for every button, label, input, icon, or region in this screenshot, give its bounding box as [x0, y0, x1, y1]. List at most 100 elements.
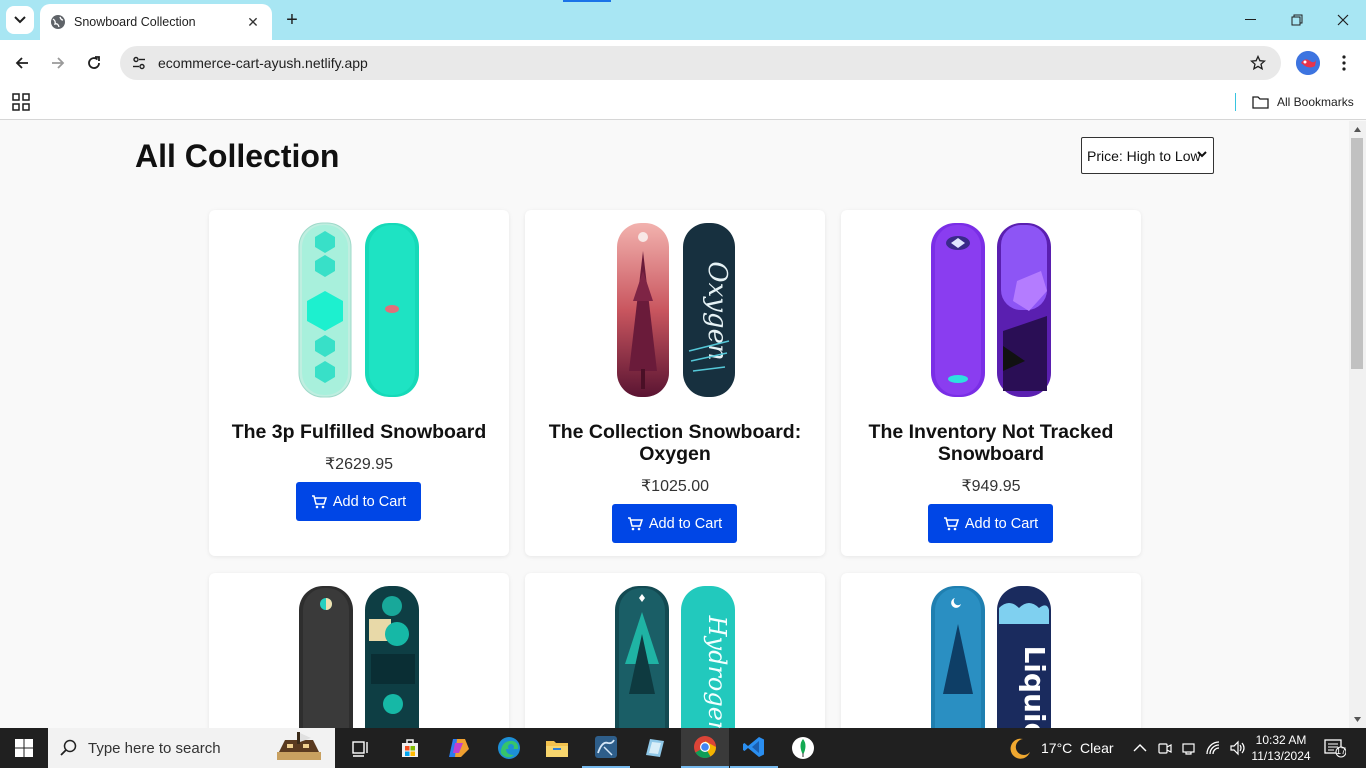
add-to-cart-button[interactable]: Add to Cart [928, 504, 1053, 543]
site-info-button[interactable] [122, 46, 156, 80]
copilot-button[interactable] [435, 728, 483, 768]
task-view-icon [352, 741, 368, 757]
search-highlight-icon [277, 732, 321, 760]
profile-avatar[interactable] [1296, 51, 1320, 75]
search-icon [60, 739, 77, 756]
volume-icon[interactable] [1229, 740, 1247, 756]
task-view-button[interactable] [336, 728, 384, 768]
chevron-up-icon[interactable] [1133, 743, 1147, 753]
address-bar[interactable]: ecommerce-cart-ayush.netlify.app [120, 46, 1281, 80]
tab-search-button[interactable] [6, 6, 34, 34]
windows-logo-icon [15, 739, 33, 757]
notes-app-button[interactable] [631, 728, 679, 768]
product-card: Liquid [841, 573, 1141, 728]
mongodb-icon [792, 737, 814, 759]
vscode-icon [743, 737, 764, 757]
clock-date: 11/13/2024 [1251, 749, 1311, 763]
microsoft-store-button[interactable] [386, 728, 434, 768]
close-tab-icon[interactable]: ✕ [244, 13, 262, 31]
reload-button[interactable] [79, 48, 109, 78]
folder-icon [546, 741, 568, 757]
cart-icon [943, 516, 959, 531]
cart-icon [311, 494, 327, 509]
scroll-up-button[interactable] [1349, 121, 1366, 138]
browser-menu-button[interactable] [1333, 48, 1355, 78]
more-vertical-icon [1342, 55, 1346, 71]
clock-time: 10:32 AM [1255, 733, 1307, 747]
tab-strip-indicator [563, 0, 611, 2]
chrome-button[interactable] [681, 728, 729, 768]
close-icon [1337, 14, 1349, 26]
reload-icon [88, 56, 100, 69]
product-image[interactable] [297, 584, 421, 728]
page-viewport: All Collection Price: High to Low The 3p… [0, 121, 1349, 728]
avatar-icon [1296, 51, 1320, 75]
svg-text:Hydrogen: Hydrogen [703, 615, 731, 728]
star-icon [1250, 55, 1266, 71]
file-explorer-button[interactable] [533, 728, 581, 768]
product-price: ₹1025.00 [640, 478, 709, 495]
store-icon [402, 739, 418, 757]
scroll-down-button[interactable] [1349, 711, 1366, 728]
page-title: All Collection [135, 138, 340, 174]
product-name: The Inventory Not Tracked Snowboard [868, 421, 1114, 465]
restore-icon [1291, 14, 1303, 26]
add-to-cart-label: Add to Cart [332, 493, 407, 510]
mongodb-compass-button[interactable] [779, 728, 827, 768]
windows-taskbar: Type here to search 17°C Clear 10:32 AM … [0, 728, 1366, 768]
weather-text: 17°C Clear [1041, 740, 1114, 756]
caret-up-icon [1354, 127, 1361, 132]
note-icon [646, 739, 664, 757]
edge-button[interactable] [485, 728, 533, 768]
all-bookmarks-button[interactable]: All Bookmarks [1252, 92, 1354, 112]
back-button[interactable] [7, 48, 37, 78]
active-tab[interactable]: Snowboard Collection ✕ [40, 4, 272, 40]
product-image[interactable]: Liquid [929, 584, 1053, 728]
chevron-down-icon [1197, 151, 1207, 158]
tab-title: Snowboard Collection [74, 15, 196, 29]
notification-center-button[interactable]: 17 [1322, 736, 1348, 760]
svg-text:Oxygen: Oxygen [702, 261, 732, 360]
product-image[interactable] [929, 221, 1053, 399]
weather-widget[interactable]: 17°C Clear [1008, 728, 1114, 768]
vscode-button[interactable] [730, 728, 778, 768]
bookmark-star-button[interactable] [1241, 46, 1275, 80]
add-to-cart-button[interactable]: Add to Cart [296, 482, 421, 521]
system-tray [1133, 728, 1247, 768]
url-text[interactable]: ecommerce-cart-ayush.netlify.app [158, 55, 1241, 71]
new-tab-button[interactable]: + [280, 6, 304, 34]
mysql-workbench-button[interactable] [582, 728, 630, 768]
product-image[interactable] [297, 221, 421, 399]
bookmarks-separator [1235, 93, 1236, 111]
scroll-thumb[interactable] [1351, 138, 1363, 369]
sort-selected-value: Price: High to Low [1087, 147, 1201, 164]
product-image[interactable]: Hydrogen [613, 584, 737, 728]
restore-button[interactable] [1274, 0, 1320, 40]
folder-icon [1252, 96, 1269, 109]
page-scrollbar[interactable] [1349, 121, 1366, 728]
caret-down-icon [1354, 717, 1361, 722]
forward-button[interactable] [43, 48, 73, 78]
chrome-icon [694, 736, 716, 758]
network-icon[interactable] [1181, 740, 1197, 756]
taskbar-clock[interactable]: 10:32 AM 11/13/2024 [1247, 732, 1315, 764]
product-card: Hydrogen [525, 573, 825, 728]
minimize-button[interactable] [1228, 0, 1274, 40]
meet-now-icon[interactable] [1157, 740, 1173, 756]
taskbar-search[interactable]: Type here to search [48, 728, 335, 768]
close-window-button[interactable] [1320, 0, 1366, 40]
add-to-cart-button[interactable]: Add to Cart [612, 504, 737, 543]
start-button[interactable] [0, 728, 48, 768]
add-to-cart-label: Add to Cart [964, 515, 1039, 532]
sort-select[interactable]: Price: High to Low [1081, 137, 1214, 174]
browser-toolbar: ecommerce-cart-ayush.netlify.app [0, 40, 1366, 86]
chevron-down-icon [14, 16, 26, 24]
cart-icon [627, 516, 643, 531]
search-placeholder: Type here to search [88, 739, 221, 757]
all-bookmarks-label: All Bookmarks [1277, 95, 1354, 109]
apps-grid-icon[interactable] [12, 93, 30, 111]
product-card [209, 573, 509, 728]
wifi-icon[interactable] [1205, 740, 1221, 756]
product-image[interactable]: Oxygen [613, 221, 737, 399]
moon-icon [1010, 738, 1030, 759]
